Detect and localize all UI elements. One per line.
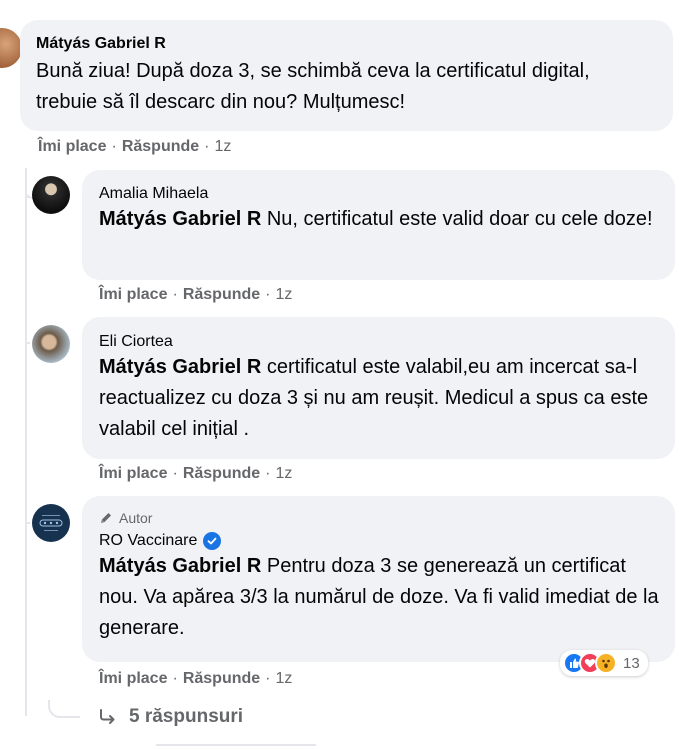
mention-link[interactable]: Mátyás Gabriel R — [99, 555, 261, 577]
author-name[interactable]: RO Vaccinare — [99, 531, 197, 551]
pencil-icon — [101, 513, 111, 523]
avatar[interactable] — [0, 28, 22, 68]
timestamp[interactable]: 1z — [214, 138, 231, 156]
reply-button[interactable]: Răspunde — [183, 286, 260, 304]
separator: · — [265, 670, 271, 687]
badge-label: Autor — [119, 510, 153, 526]
like-button[interactable]: Îmi place — [99, 465, 167, 483]
timestamp[interactable]: 1z — [275, 465, 292, 483]
timestamp[interactable]: 1z — [275, 670, 292, 688]
divider — [156, 744, 316, 746]
page-logo-icon — [39, 515, 63, 531]
author-badge: Autor — [99, 509, 675, 527]
reply-button[interactable]: Răspunde — [183, 670, 260, 688]
reply-button[interactable]: Răspunde — [183, 465, 260, 483]
separator: · — [265, 465, 271, 482]
more-replies-label[interactable]: 5 răspunsuri — [129, 706, 243, 728]
comment-bubble: Mátyás Gabriel R Bună ziua! După doza 3,… — [20, 20, 673, 131]
reply-text: Mátyás Gabriel R Nu, certificatul este v… — [99, 208, 653, 230]
mention-link[interactable]: Mátyás Gabriel R — [99, 208, 261, 230]
reply-bubble: Amalia Mihaela Mátyás Gabriel R Nu, cert… — [82, 170, 675, 280]
thread-branch — [25, 522, 30, 524]
reactions-summary[interactable]: 13 — [560, 650, 648, 676]
separator: · — [204, 138, 210, 155]
reply-bubble: Eli Ciortea Mátyás Gabriel R certificatu… — [82, 317, 675, 459]
reply-text: Mátyás Gabriel R certificatul este valab… — [99, 356, 649, 440]
avatar[interactable] — [32, 325, 70, 363]
separator: · — [111, 138, 117, 155]
verified-badge-icon — [203, 532, 222, 550]
avatar[interactable] — [32, 176, 70, 214]
thread-branch — [25, 342, 30, 344]
separator: · — [172, 670, 178, 687]
reply-actions: Îmi place · Răspunde · 1z — [99, 670, 292, 688]
mention-link[interactable]: Mátyás Gabriel R — [99, 356, 261, 378]
like-button[interactable]: Îmi place — [99, 286, 167, 304]
reply-text: Mátyás Gabriel R Pentru doza 3 se genere… — [99, 555, 659, 639]
thread-connector — [48, 700, 80, 718]
timestamp[interactable]: 1z — [275, 286, 292, 304]
reply-author[interactable]: Amalia Mihaela — [99, 184, 675, 204]
reply-author: RO Vaccinare — [99, 531, 675, 551]
avatar[interactable] — [32, 504, 70, 542]
reactions-count: 13 — [623, 654, 640, 672]
comment-author[interactable]: Mátyás Gabriel R — [36, 34, 673, 54]
separator: · — [265, 286, 271, 303]
reply-button[interactable]: Răspunde — [122, 138, 199, 156]
separator: · — [172, 465, 178, 482]
reply-arrow-icon — [100, 709, 115, 724]
view-more-replies[interactable]: 5 răspunsuri — [99, 706, 243, 728]
thread-branch — [25, 196, 30, 198]
reply-actions: Îmi place · Răspunde · 1z — [99, 286, 292, 304]
reply-author[interactable]: Eli Ciortea — [99, 332, 675, 352]
thread-line — [25, 168, 27, 716]
reply-actions: Îmi place · Răspunde · 1z — [99, 465, 292, 483]
wow-icon — [595, 652, 617, 674]
like-button[interactable]: Îmi place — [38, 138, 106, 156]
comment-actions: Îmi place · Răspunde · 1z — [38, 138, 231, 156]
like-button[interactable]: Îmi place — [99, 670, 167, 688]
separator: · — [172, 286, 178, 303]
reply-bubble: Autor RO Vaccinare Mátyás Gabriel R Pent… — [82, 496, 675, 662]
comment-text: Bună ziua! După doza 3, se schimbă ceva … — [36, 60, 590, 113]
